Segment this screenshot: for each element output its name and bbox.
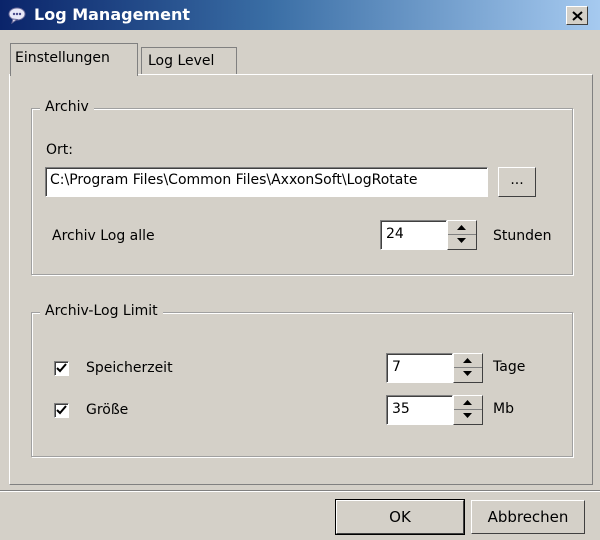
size-label: Größe [86,402,129,418]
checkmark-icon [56,405,67,415]
size-checkbox[interactable] [54,403,69,418]
tab-label: Einstellungen [15,50,110,66]
retention-input[interactable]: 7 [386,353,453,383]
retention-spinner[interactable] [453,353,483,383]
checkmark-icon [56,363,67,373]
footer-divider [0,490,600,492]
log-management-dialog: Log Management Einstellungen Log Level A… [0,0,600,540]
interval-spinner[interactable] [447,220,477,250]
tab-einstellungen[interactable]: Einstellungen [10,43,138,76]
size-unit: Mb [493,401,514,417]
spin-down-button[interactable] [454,410,482,424]
interval-label: Archiv Log alle [52,228,155,244]
archive-limit-groupbox: Archiv-Log Limit [31,303,573,457]
ok-button[interactable]: OK [336,500,464,534]
limit-group-label: Archiv-Log Limit [40,303,163,319]
spin-up-button[interactable] [454,354,482,368]
browse-button[interactable]: ... [498,167,536,197]
retention-checkbox[interactable] [54,361,69,376]
tab-label: Log Level [148,53,215,69]
close-button[interactable] [566,6,588,25]
spin-down-button[interactable] [454,368,482,382]
tab-log-level[interactable]: Log Level [141,47,237,75]
retention-unit: Tage [493,359,526,375]
location-label: Ort: [46,142,73,158]
size-spinner[interactable] [453,395,483,425]
window-title: Log Management [34,5,190,24]
title-bar[interactable]: Log Management [0,0,600,30]
spin-down-button[interactable] [448,235,476,249]
cancel-button[interactable]: Abbrechen [471,500,585,534]
archive-group-label: Archiv [40,99,94,115]
interval-input[interactable]: 24 [380,220,447,250]
spin-up-button[interactable] [454,396,482,410]
spin-up-button[interactable] [448,221,476,235]
size-input[interactable]: 35 [386,395,453,425]
chat-bubble-icon [8,6,26,25]
retention-label: Speicherzeit [86,360,173,376]
interval-unit: Stunden [493,228,552,244]
archive-path-field[interactable]: C:\Program Files\Common Files\AxxonSoft\… [45,167,488,197]
